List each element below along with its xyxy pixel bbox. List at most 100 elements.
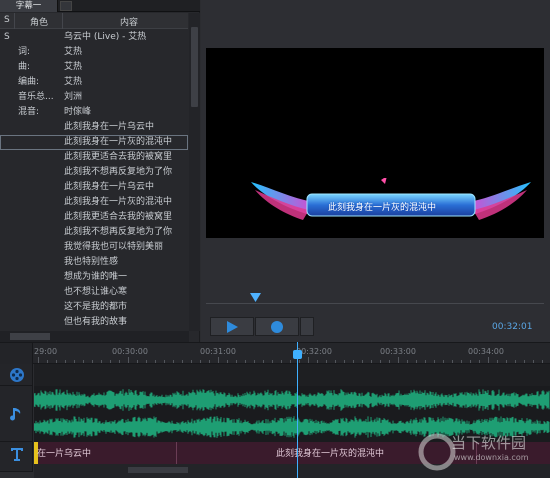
- subtitle-row[interactable]: 此刻我身在一片灰的混沌中: [0, 195, 188, 210]
- subtitle-row[interactable]: 此刻我身在一片乌云中: [0, 120, 188, 135]
- ruler-tick: [389, 360, 390, 363]
- subtitle-row-s: S: [4, 32, 10, 42]
- ruler-tick: [398, 357, 399, 363]
- playback-controls: [210, 317, 320, 337]
- subtitle-clip-center-label[interactable]: 此刻我身在一片灰的混沌中: [276, 446, 384, 459]
- seek-marker-icon[interactable]: [250, 293, 261, 302]
- subtitle-row[interactable]: 此刻我更适合去我的被窝里: [0, 150, 188, 165]
- more-controls-button[interactable]: [300, 317, 314, 336]
- ruler-tick: [479, 360, 480, 363]
- ruler-tick: [218, 357, 219, 363]
- subtitle-row-content: 此刻我不想再反复地为了你: [64, 227, 173, 237]
- playhead-line[interactable]: [297, 342, 298, 478]
- audio-track-header[interactable]: [0, 386, 33, 442]
- subtitle-row-content: 刘洲: [64, 92, 83, 102]
- ruler-tick: [173, 360, 174, 363]
- subtitle-row[interactable]: 但也有我的故事: [0, 315, 188, 330]
- column-s[interactable]: S: [4, 15, 10, 25]
- preview-subtitle-text: 此刻我身在一片灰的混沌中: [327, 203, 436, 213]
- ruler-tick: [470, 360, 471, 363]
- ruler-tick: [137, 360, 138, 363]
- ruler-tick: [524, 360, 525, 363]
- ruler-tick: [110, 360, 111, 363]
- ruler-tick: [119, 360, 120, 363]
- ruler-tick: [299, 360, 300, 363]
- music-note-icon: [10, 408, 21, 421]
- subtitle-row-role: 曲:: [18, 62, 31, 72]
- subtitle-row-content: 艾热: [64, 77, 83, 87]
- subtitle-row[interactable]: 这不是我的都市: [0, 300, 188, 315]
- subtitle-row-content: 时傢峰: [64, 107, 92, 117]
- subtitle-row-content: 此刻我身在一片灰的混沌中: [64, 137, 173, 147]
- subtitle-row[interactable]: 我也特别性感: [0, 255, 188, 270]
- ruler-tick: [245, 360, 246, 363]
- video-track-header[interactable]: [0, 364, 33, 386]
- timeline-ruler[interactable]: 29:00 00:30:00 00:31:00 00:32:00 00:33:00 00:…: [0, 342, 550, 364]
- playhead-handle[interactable]: [293, 350, 302, 359]
- subtitle-row-content: 乌云中 (Live) - 艾热: [64, 32, 147, 42]
- subtitle-row[interactable]: 此刻我不想再反复地为了你: [0, 225, 188, 240]
- ruler-tick: [317, 360, 318, 363]
- column-content[interactable]: 内容: [120, 15, 138, 28]
- subtitle-column-header: S 角色 内容: [0, 13, 188, 29]
- ruler-tick: [38, 357, 39, 363]
- ruler-tick: [461, 360, 462, 363]
- ruler-tick: [164, 360, 165, 363]
- record-button[interactable]: [255, 317, 299, 336]
- ruler-tick: [434, 360, 435, 363]
- subtitle-track-header[interactable]: [0, 442, 33, 472]
- subtitle-row[interactable]: 词: 艾热: [0, 45, 188, 60]
- ruler-header: [0, 343, 33, 364]
- ruler-tick: [92, 360, 93, 363]
- ruler-tick: [506, 360, 507, 363]
- ruler-tick: [83, 360, 84, 363]
- subtitle-row-content: 这不是我的都市: [64, 302, 128, 312]
- play-button[interactable]: [210, 317, 254, 336]
- ruler-tick: [182, 360, 183, 363]
- ruler-tick: [515, 360, 516, 363]
- ruler-tick: [533, 360, 534, 363]
- watermark-url: www.downxia.com: [454, 453, 529, 462]
- ruler-tick: [380, 360, 381, 363]
- column-role[interactable]: 角色: [30, 15, 48, 28]
- subtitle-row[interactable]: 此刻我更适合去我的被窝里: [0, 210, 188, 225]
- tab-add-button[interactable]: [60, 1, 72, 11]
- ruler-tick: [488, 357, 489, 363]
- subtitle-row-content: 此刻我更适合去我的被窝里: [64, 152, 173, 162]
- subtitle-clip-left-label[interactable]: 在一片乌云中: [37, 446, 91, 459]
- subtitle-row-content: 艾热: [64, 62, 83, 72]
- ruler-tick: [146, 360, 147, 363]
- time-display: 00:32:01: [492, 322, 533, 332]
- video-track-lane[interactable]: [34, 364, 550, 386]
- text-track-icon: [11, 448, 23, 461]
- tab-subtitle-one[interactable]: 字幕一: [0, 0, 58, 12]
- play-icon: [227, 321, 238, 333]
- record-icon: [271, 321, 283, 333]
- subtitle-row[interactable]: 想成为谁的唯一: [0, 270, 188, 285]
- subtitle-row[interactable]: 此刻我身在一片乌云中: [0, 180, 188, 195]
- ruler-tick: [101, 360, 102, 363]
- subtitle-row[interactable]: 混音: 时傢峰: [0, 105, 188, 120]
- subtitle-row-role: 编曲:: [18, 77, 40, 87]
- subtitle-row-content: 想成为谁的唯一: [64, 272, 128, 282]
- subtitle-row-content: 我也特别性感: [64, 257, 119, 267]
- subtitle-clip-divider[interactable]: [176, 442, 177, 464]
- subtitle-row[interactable]: 编曲: 艾热: [0, 75, 188, 90]
- subtitle-horizontal-scrollbar[interactable]: [0, 331, 189, 342]
- subtitle-vertical-scrollbar[interactable]: [189, 13, 200, 331]
- ruler-tick: [452, 360, 453, 363]
- subtitle-row[interactable]: 音乐总... 刘洲: [0, 90, 188, 105]
- subtitle-row[interactable]: 曲: 艾热: [0, 60, 188, 75]
- subtitle-row[interactable]: S 乌云中 (Live) - 艾热: [0, 30, 188, 45]
- subtitle-row[interactable]: 此刻我身在一片灰的混沌中: [0, 135, 188, 150]
- ruler-tick: [236, 360, 237, 363]
- ruler-tick: [209, 360, 210, 363]
- subtitle-row[interactable]: 我觉得我也可以特别美丽: [0, 240, 188, 255]
- ruler-tick: [74, 360, 75, 363]
- ruler-tick: [371, 360, 372, 363]
- ruler-tick: [155, 360, 156, 363]
- ruler-tick: [353, 360, 354, 363]
- subtitle-row[interactable]: 也不想让谁心寒: [0, 285, 188, 300]
- preview-seek-track[interactable]: [206, 303, 544, 304]
- subtitle-row[interactable]: 此刻我不想再反复地为了你: [0, 165, 188, 180]
